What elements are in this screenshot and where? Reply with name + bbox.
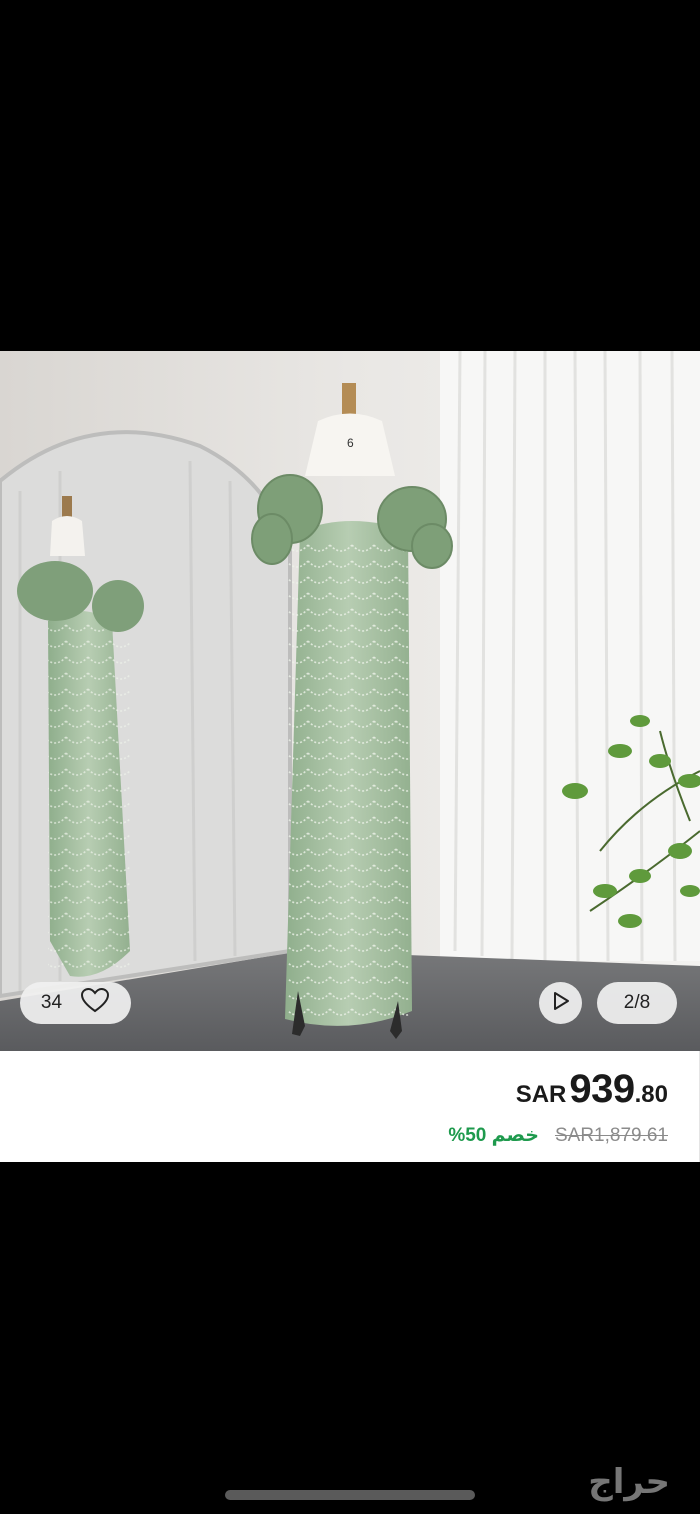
likes-count: 34 [40, 992, 63, 1013]
product-image[interactable]: 6 [0, 351, 700, 1051]
top-letterbox [0, 0, 700, 351]
svg-text:6: 6 [347, 436, 354, 450]
current-price: SAR 939 .80 [516, 1067, 668, 1112]
discount-badge: خصم 50% [448, 1125, 539, 1146]
play-icon [551, 990, 571, 1017]
price-currency: SAR [515, 1081, 567, 1108]
image-counter: 2/8 [597, 982, 677, 1024]
play-video-button[interactable] [539, 982, 582, 1024]
image-counter-text: 2/8 [623, 992, 651, 1013]
price-panel: SAR 939 .80 خصم 50% SAR1,879.61 [0, 1051, 700, 1162]
haraj-watermark: حراج [588, 1462, 670, 1502]
home-indicator[interactable] [225, 1490, 475, 1500]
price-decimal: .80 [634, 1081, 668, 1108]
heart-icon[interactable] [80, 987, 110, 1019]
like-button[interactable]: 34 [20, 982, 131, 1024]
price-integer: 939 [569, 1067, 635, 1111]
original-price: SAR1,879.61 [554, 1124, 668, 1146]
discount-row: خصم 50% SAR1,879.61 [448, 1124, 668, 1147]
